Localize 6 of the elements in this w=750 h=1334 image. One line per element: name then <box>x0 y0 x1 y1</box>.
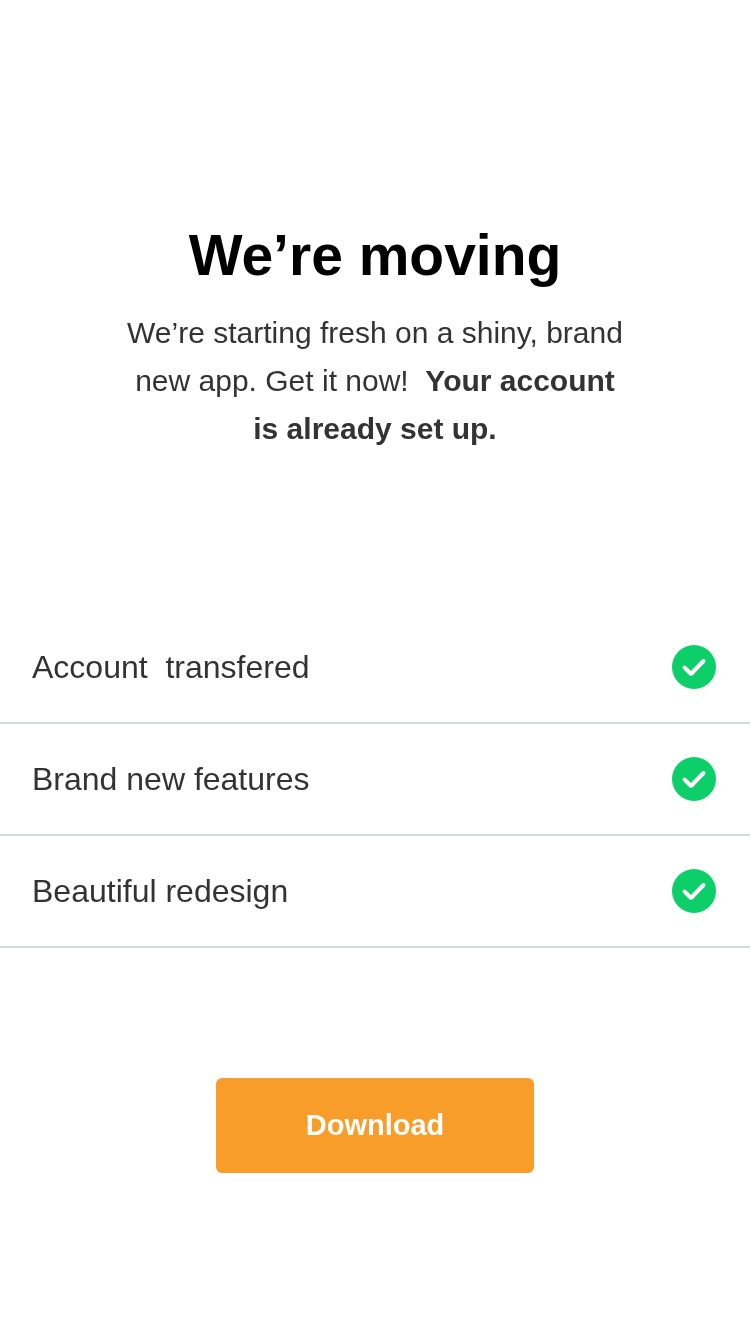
feature-label: Brand new features <box>32 760 310 798</box>
page-title: We’re moving <box>188 222 562 289</box>
download-button[interactable]: Download <box>216 1078 534 1173</box>
feature-label: Account transfered <box>32 648 310 686</box>
intro-message: We’re starting fresh on a shiny, brand new app. Get it now! Your account is already set up. <box>126 315 624 447</box>
feature-label: Beautiful redesign <box>32 872 289 910</box>
